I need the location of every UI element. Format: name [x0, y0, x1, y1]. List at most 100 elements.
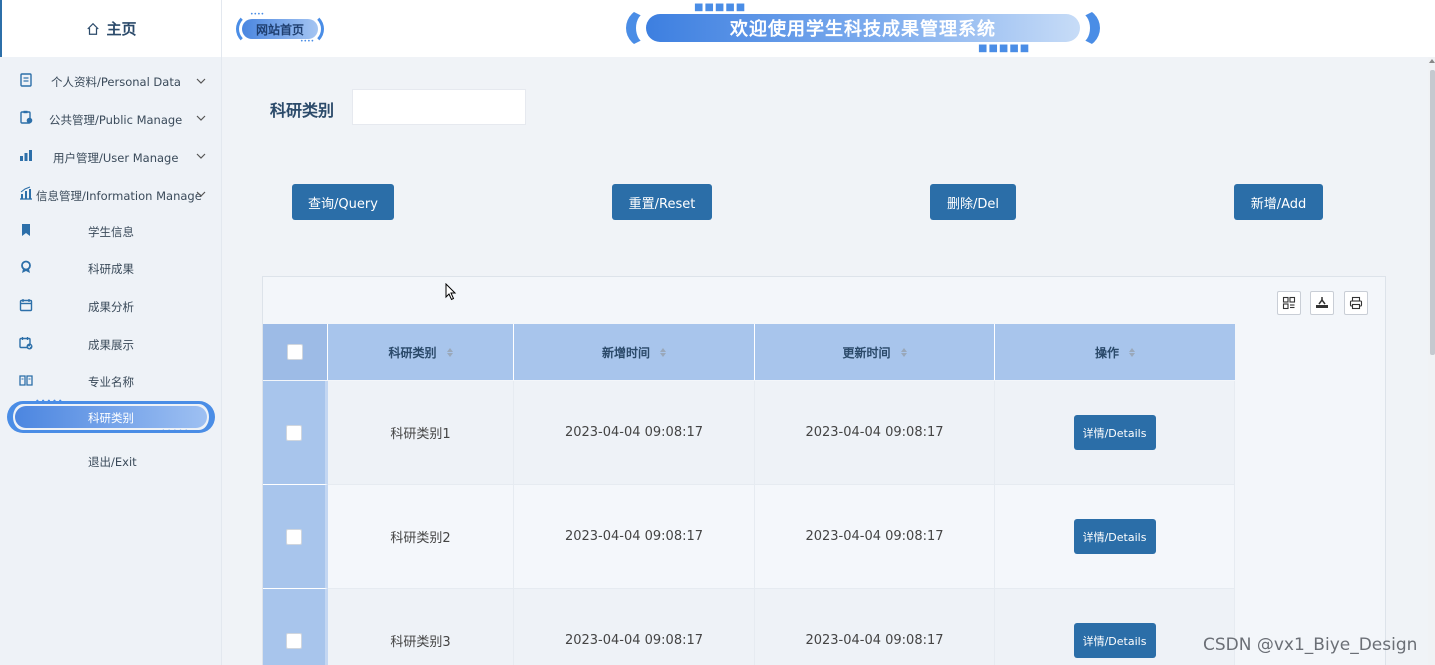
chevron-down-icon — [196, 191, 206, 197]
sort-icon[interactable] — [900, 347, 907, 357]
table-row: 科研类别1 2023-04-04 09:08:17 2023-04-04 09:… — [263, 381, 1235, 485]
sidebar-item-major-name[interactable]: 专业名称 — [0, 367, 222, 395]
site-home-label: 网站首页 — [242, 19, 318, 39]
decorative-dots: ■■■■■ — [978, 43, 1031, 54]
table-row: 科研类别3 2023-04-04 09:08:17 2023-04-04 09:… — [263, 589, 1235, 665]
sidebar-home-label: 主页 — [106, 20, 137, 38]
table-row: 科研类别2 2023-04-04 09:08:17 2023-04-04 09:… — [263, 485, 1235, 589]
cell-created: 2023-04-04 09:08:17 — [514, 589, 755, 665]
decorative-dots: •••• — [300, 38, 315, 45]
chevron-down-icon — [196, 78, 206, 84]
sidebar-item-results-analysis[interactable]: 成果分析 — [0, 292, 222, 320]
decorative-dots: ••••• — [35, 397, 64, 406]
add-button[interactable]: 新增/Add — [1234, 184, 1323, 220]
sidebar: 主页 个人资料/Personal Data 公共管理/Public Manage… — [0, 0, 222, 665]
watermark-text: CSDN @vx1_Biye_Design — [1203, 635, 1418, 655]
sort-icon[interactable] — [660, 347, 666, 357]
cell-action: 详情/Details — [995, 589, 1235, 665]
sidebar-item-user-manage[interactable]: 用户管理/User Manage — [0, 142, 222, 170]
system-title: 欢迎使用学生科技成果管理系统 — [646, 14, 1080, 42]
chart-icon — [20, 186, 32, 200]
calendar-icon — [19, 299, 33, 312]
decorative-dots: ••••• — [161, 427, 190, 436]
header-checkbox-cell — [263, 324, 328, 380]
book-icon — [19, 375, 33, 386]
export-button[interactable] — [1310, 291, 1334, 315]
decorative-dots: •••• — [250, 11, 265, 18]
mouse-cursor-icon — [445, 283, 457, 301]
sidebar-item-research-category[interactable]: ••••• ••••• 科研类别 — [7, 397, 215, 436]
cell-action: 详情/Details — [995, 381, 1235, 485]
export-icon — [1316, 297, 1328, 308]
row-checkbox[interactable] — [286, 528, 302, 545]
sidebar-item-label: 用户管理/User Manage — [53, 151, 179, 165]
column-header-category[interactable]: 科研类别 — [328, 324, 514, 380]
search-input[interactable] — [352, 89, 526, 125]
sort-icon[interactable] — [1129, 347, 1135, 357]
sidebar-item-label: 公共管理/Public Manage — [49, 113, 183, 127]
query-button[interactable]: 查询/Query — [292, 184, 394, 220]
top-header: 网站首页 •••• •••• 欢迎使用学生科技成果管理系统 ■■■■■ ■■■■… — [222, 0, 1435, 57]
sort-icon[interactable] — [446, 347, 453, 357]
sidebar-item-label: 退出/Exit — [88, 455, 137, 469]
sidebar-item-label: 成果分析 — [88, 300, 134, 314]
sidebar-item-label: 个人资料/Personal Data — [51, 75, 181, 89]
home-icon — [87, 22, 100, 35]
column-header-label: 新增时间 — [601, 345, 650, 360]
sidebar-item-exit[interactable]: 退出/Exit — [0, 447, 222, 475]
sidebar-item-personal-data[interactable]: 个人资料/Personal Data — [0, 67, 222, 95]
scroll-up-arrow-icon[interactable] — [1429, 59, 1435, 63]
sidebar-item-results-display[interactable]: 成果展示 — [0, 330, 222, 358]
sidebar-item-label: 专业名称 — [88, 375, 134, 389]
clipboard-icon — [20, 110, 33, 124]
search-label: 科研类别 — [270, 101, 335, 120]
cell-created: 2023-04-04 09:08:17 — [514, 381, 755, 485]
bookmark-icon — [22, 224, 30, 236]
row-checkbox[interactable] — [286, 632, 302, 649]
cell-updated: 2023-04-04 09:08:17 — [755, 589, 995, 665]
sidebar-item-student-info[interactable]: 学生信息 — [0, 217, 222, 245]
column-header-label: 科研类别 — [388, 345, 437, 360]
award-icon — [21, 260, 31, 273]
grid-icon — [1282, 296, 1296, 310]
cell-updated: 2023-04-04 09:08:17 — [755, 381, 995, 485]
cell-category: 科研类别1 — [328, 381, 514, 485]
decorative-dots: ■■■■■ — [694, 2, 747, 13]
reset-button[interactable]: 重置/Reset — [612, 184, 712, 220]
row-checkbox-cell — [263, 589, 328, 665]
system-title-banner: 欢迎使用学生科技成果管理系统 ■■■■■ ■■■■■ — [626, 2, 1100, 54]
sidebar-item-research-results[interactable]: 科研成果 — [0, 254, 222, 282]
sidebar-item-label: 科研成果 — [88, 262, 134, 276]
row-checkbox-cell — [263, 381, 328, 485]
cell-updated: 2023-04-04 09:08:17 — [755, 485, 995, 589]
cell-category: 科研类别2 — [328, 485, 514, 589]
details-button[interactable]: 详情/Details — [1073, 623, 1156, 658]
site-home-button[interactable]: 网站首页 •••• •••• — [236, 11, 324, 45]
sidebar-item-information-manage[interactable]: 信息管理/Information Manage — [0, 180, 222, 208]
columns-toggle-button[interactable] — [1277, 291, 1301, 315]
sidebar-item-label: 成果展示 — [88, 338, 134, 352]
select-all-checkbox[interactable] — [287, 344, 303, 360]
column-header-created[interactable]: 新增时间 — [514, 324, 755, 380]
scrollbar-thumb[interactable] — [1430, 70, 1435, 355]
cell-category: 科研类别3 — [328, 589, 514, 665]
row-checkbox[interactable] — [286, 424, 302, 441]
column-header-action[interactable]: 操作 — [995, 324, 1235, 380]
details-button[interactable]: 详情/Details — [1073, 519, 1156, 554]
sidebar-item-label: 科研类别 — [88, 411, 134, 425]
sidebar-item-label: 学生信息 — [88, 225, 134, 239]
column-header-updated[interactable]: 更新时间 — [755, 324, 995, 380]
print-button[interactable] — [1344, 291, 1368, 315]
cell-action: 详情/Details — [995, 485, 1235, 589]
column-header-label: 操作 — [1094, 345, 1119, 360]
chevron-down-icon — [196, 115, 206, 121]
chevron-down-icon — [196, 153, 206, 159]
calendar-check-icon — [19, 337, 33, 350]
delete-button[interactable]: 删除/Del — [930, 184, 1016, 220]
row-checkbox-cell — [263, 485, 328, 589]
sidebar-home[interactable]: 主页 — [0, 0, 221, 57]
column-header-label: 更新时间 — [842, 345, 891, 360]
details-button[interactable]: 详情/Details — [1073, 415, 1156, 450]
sidebar-item-public-manage[interactable]: 公共管理/Public Manage — [0, 104, 222, 132]
sidebar-item-label: 信息管理/Information Manage — [36, 189, 202, 203]
